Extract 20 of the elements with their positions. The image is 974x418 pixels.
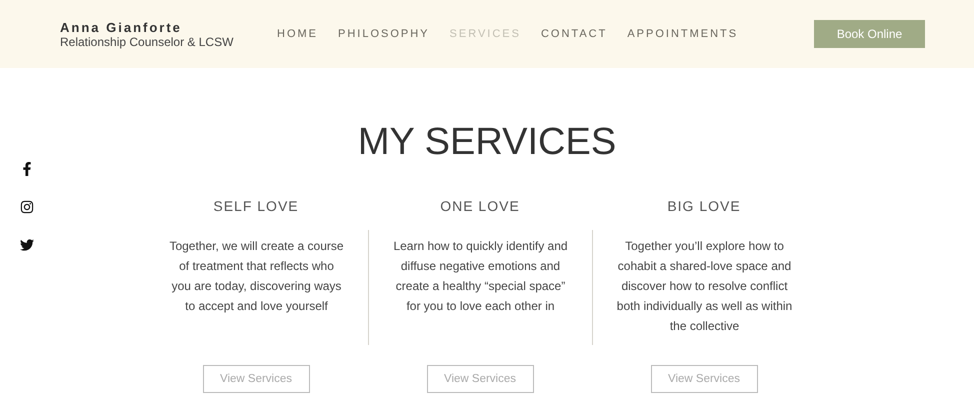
- instagram-icon[interactable]: [20, 200, 34, 214]
- nav-link[interactable]: APPOINTMENTS: [627, 28, 738, 40]
- brand-subtitle: Relationship Counselor & LCSW: [60, 34, 234, 48]
- service-description: Together, we will create a course of treatment that reflects who you are today, discovering ways to accept and love yourself: [168, 238, 344, 315]
- service-title: SELF LOVE: [213, 198, 299, 216]
- service-description: Learn how to quickly identify and diffuse negative emotions and create a healthy “special space” for you to love each other in: [392, 238, 568, 315]
- view-services-button[interactable]: View Services: [202, 365, 310, 393]
- twitter-icon[interactable]: [20, 238, 34, 252]
- nav-link[interactable]: HOME: [277, 28, 318, 40]
- book-online-button[interactable]: Book Online: [814, 20, 925, 48]
- nav-link[interactable]: CONTACT: [540, 28, 608, 40]
- service-title: BIG LOVE: [667, 198, 741, 216]
- nav-link[interactable]: PHILOSOPHY: [338, 28, 430, 40]
- view-services-button[interactable]: View Services: [650, 365, 758, 393]
- service-description: Together you’ll explore how to cohabit a shared-love space and discover how to resolve conflict both individually as well as within the collective: [616, 238, 792, 335]
- view-services-button[interactable]: View Services: [426, 365, 534, 393]
- service-title: ONE LOVE: [440, 198, 520, 216]
- nav-link[interactable]: SERVICES: [450, 28, 521, 40]
- brand-name: Anna Gianforte: [60, 20, 183, 34]
- page-title: MY SERVICES: [358, 121, 616, 164]
